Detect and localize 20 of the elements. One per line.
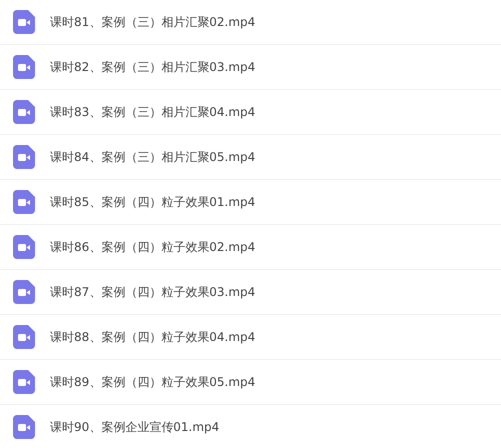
file-name[interactable]: 课时82、案例（三）相片汇聚03.mp4: [50, 58, 256, 76]
video-file-icon: [13, 100, 35, 124]
file-name[interactable]: 课时84、案例（三）相片汇聚05.mp4: [50, 148, 256, 166]
video-file-icon: [13, 415, 35, 439]
video-file-icon: [13, 235, 35, 259]
video-file-icon: [13, 370, 35, 394]
file-name[interactable]: 课时85、案例（四）粒子效果01.mp4: [50, 194, 256, 210]
video-file-icon: [13, 190, 35, 214]
file-name[interactable]: 课时86、案例（四）粒子效果02.mp4: [50, 238, 256, 256]
video-file-icon: [13, 325, 35, 349]
video-file-icon: [13, 55, 35, 79]
file-name[interactable]: 课时88、案例（四）粒子效果04.mp4: [50, 328, 256, 346]
file-name[interactable]: 课时87、案例（四）粒子效果03.mp4: [50, 284, 256, 300]
video-file-icon: [13, 10, 35, 34]
file-name[interactable]: 课时81、案例（三）相片汇聚02.mp4: [50, 14, 256, 30]
file-name[interactable]: 课时83、案例（三）相片汇聚04.mp4: [50, 104, 256, 120]
file-name[interactable]: 课时90、案例企业宣传01.mp4: [50, 418, 220, 436]
video-file-icon: [13, 280, 35, 304]
video-file-icon: [13, 145, 35, 169]
file-name[interactable]: 课时89、案例（四）粒子效果05.mp4: [50, 374, 256, 390]
